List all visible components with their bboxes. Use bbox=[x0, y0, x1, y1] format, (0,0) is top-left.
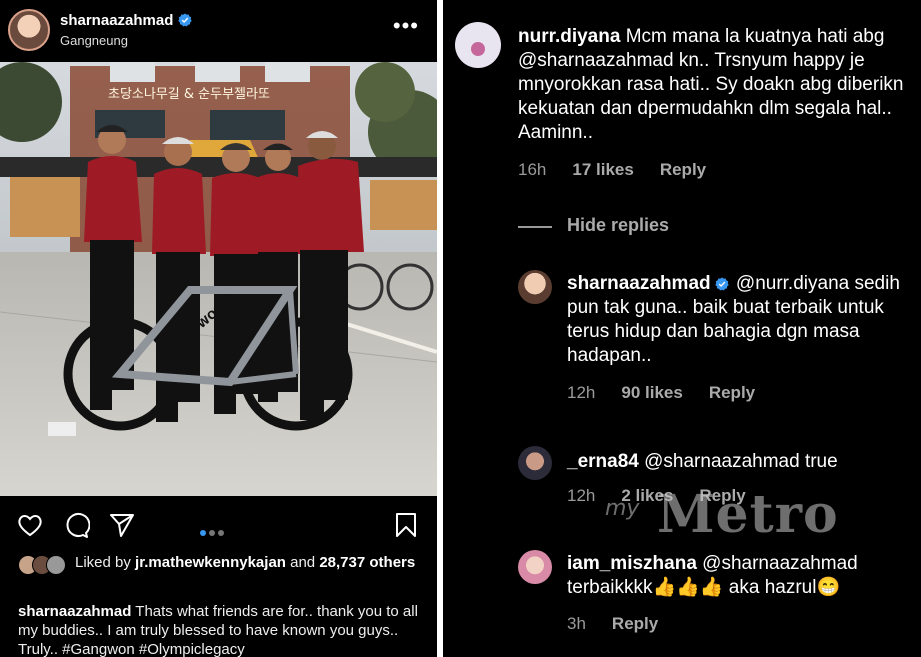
carousel-dot bbox=[209, 530, 215, 536]
more-options-icon[interactable]: ••• bbox=[393, 15, 419, 37]
carousel-indicator bbox=[200, 523, 227, 541]
verified-badge-icon bbox=[178, 13, 193, 27]
commenter-avatar[interactable] bbox=[518, 550, 552, 584]
reply-text: @sharnaazahmad true bbox=[638, 451, 838, 472]
reply-likes[interactable]: 90 likes bbox=[621, 383, 682, 402]
liked-and: and bbox=[285, 554, 320, 571]
comment-likes[interactable]: 17 likes bbox=[572, 160, 633, 179]
share-send-icon[interactable] bbox=[108, 511, 136, 539]
save-bookmark-icon[interactable] bbox=[392, 511, 420, 539]
reply-body: sharnaazahmad @nurr.diyana sedih pun tak… bbox=[567, 272, 907, 368]
commenter-avatar[interactable] bbox=[518, 270, 552, 304]
post-header: sharnaazahmad Gangneung ••• bbox=[0, 0, 437, 62]
reply-username[interactable]: iam_miszhana bbox=[567, 553, 697, 574]
liked-by-avatars bbox=[18, 555, 70, 575]
reply-username[interactable]: _erna84 bbox=[567, 451, 639, 472]
reply-username[interactable]: sharnaazahmad bbox=[567, 273, 711, 294]
post-location[interactable]: Gangneung bbox=[60, 33, 128, 48]
reply-button[interactable]: Reply bbox=[612, 614, 658, 633]
verified-badge-icon bbox=[714, 277, 729, 291]
liked-prefix: Liked by bbox=[75, 554, 136, 571]
reply-button[interactable]: Reply bbox=[660, 160, 706, 179]
carousel-dot-active bbox=[200, 530, 206, 536]
reply-body: iam_miszhana @sharnaazahmad terbaikkkk👍👍… bbox=[567, 552, 912, 600]
commenter-avatar[interactable] bbox=[455, 22, 501, 68]
reply-time: 3h bbox=[567, 614, 586, 633]
reply-body: _erna84 @sharnaazahmad true bbox=[567, 450, 907, 474]
liked-by-line[interactable]: Liked by jr.mathewkennykajan and 28,737 … bbox=[18, 553, 428, 575]
liked-by-user[interactable]: jr.mathewkennykajan bbox=[135, 554, 286, 571]
carousel-dot bbox=[218, 530, 224, 536]
hide-replies-line bbox=[518, 226, 552, 228]
commenter-avatar[interactable] bbox=[518, 446, 552, 480]
reply-meta: 12h 90 likes Reply bbox=[567, 383, 781, 403]
reply-time: 12h bbox=[567, 383, 596, 402]
post-actions bbox=[0, 505, 437, 545]
caption-username[interactable]: sharnaazahmad bbox=[18, 603, 131, 620]
author-avatar[interactable] bbox=[8, 9, 50, 51]
avatar-figure bbox=[471, 42, 485, 56]
post-photo[interactable]: 초당소나무길 & 순두부젤라또 S-WORKS bbox=[0, 62, 437, 496]
panel-divider bbox=[437, 0, 443, 657]
reply-button[interactable]: Reply bbox=[709, 383, 755, 402]
watermark-prefix: my bbox=[605, 496, 640, 521]
liker-avatar bbox=[46, 555, 66, 575]
comment-icon[interactable] bbox=[62, 511, 90, 539]
post-caption: sharnaazahmad Thats what friends are for… bbox=[18, 602, 428, 657]
like-count[interactable]: 28,737 bbox=[319, 554, 365, 571]
group-cyclists-photo: 초당소나무길 & 순두부젤라또 S-WORKS bbox=[0, 62, 437, 496]
comment-time: 16h bbox=[518, 160, 547, 179]
like-heart-icon[interactable] bbox=[16, 511, 44, 539]
watermark-name: Metro bbox=[657, 484, 839, 545]
instagram-post: sharnaazahmad Gangneung ••• 초당소나무길 & 순두부… bbox=[0, 0, 437, 657]
comment-meta: 16h 17 likes Reply bbox=[518, 160, 732, 180]
photo-sign-text: 초당소나무길 & 순두부젤라또 bbox=[108, 87, 270, 102]
reply-time: 12h bbox=[567, 486, 596, 505]
author-username-text[interactable]: sharnaazahmad bbox=[60, 12, 173, 29]
comment-username[interactable]: nurr.diyana bbox=[518, 26, 620, 47]
author-username[interactable]: sharnaazahmad bbox=[60, 12, 193, 29]
reply-meta: 3h Reply bbox=[567, 614, 684, 634]
metro-watermark-logo: my Metro bbox=[605, 478, 875, 548]
hide-replies-button[interactable]: Hide replies bbox=[567, 215, 669, 236]
comment-body: nurr.diyana Mcm mana la kuatnya hati abg… bbox=[518, 25, 914, 145]
liked-others[interactable]: others bbox=[365, 554, 415, 571]
